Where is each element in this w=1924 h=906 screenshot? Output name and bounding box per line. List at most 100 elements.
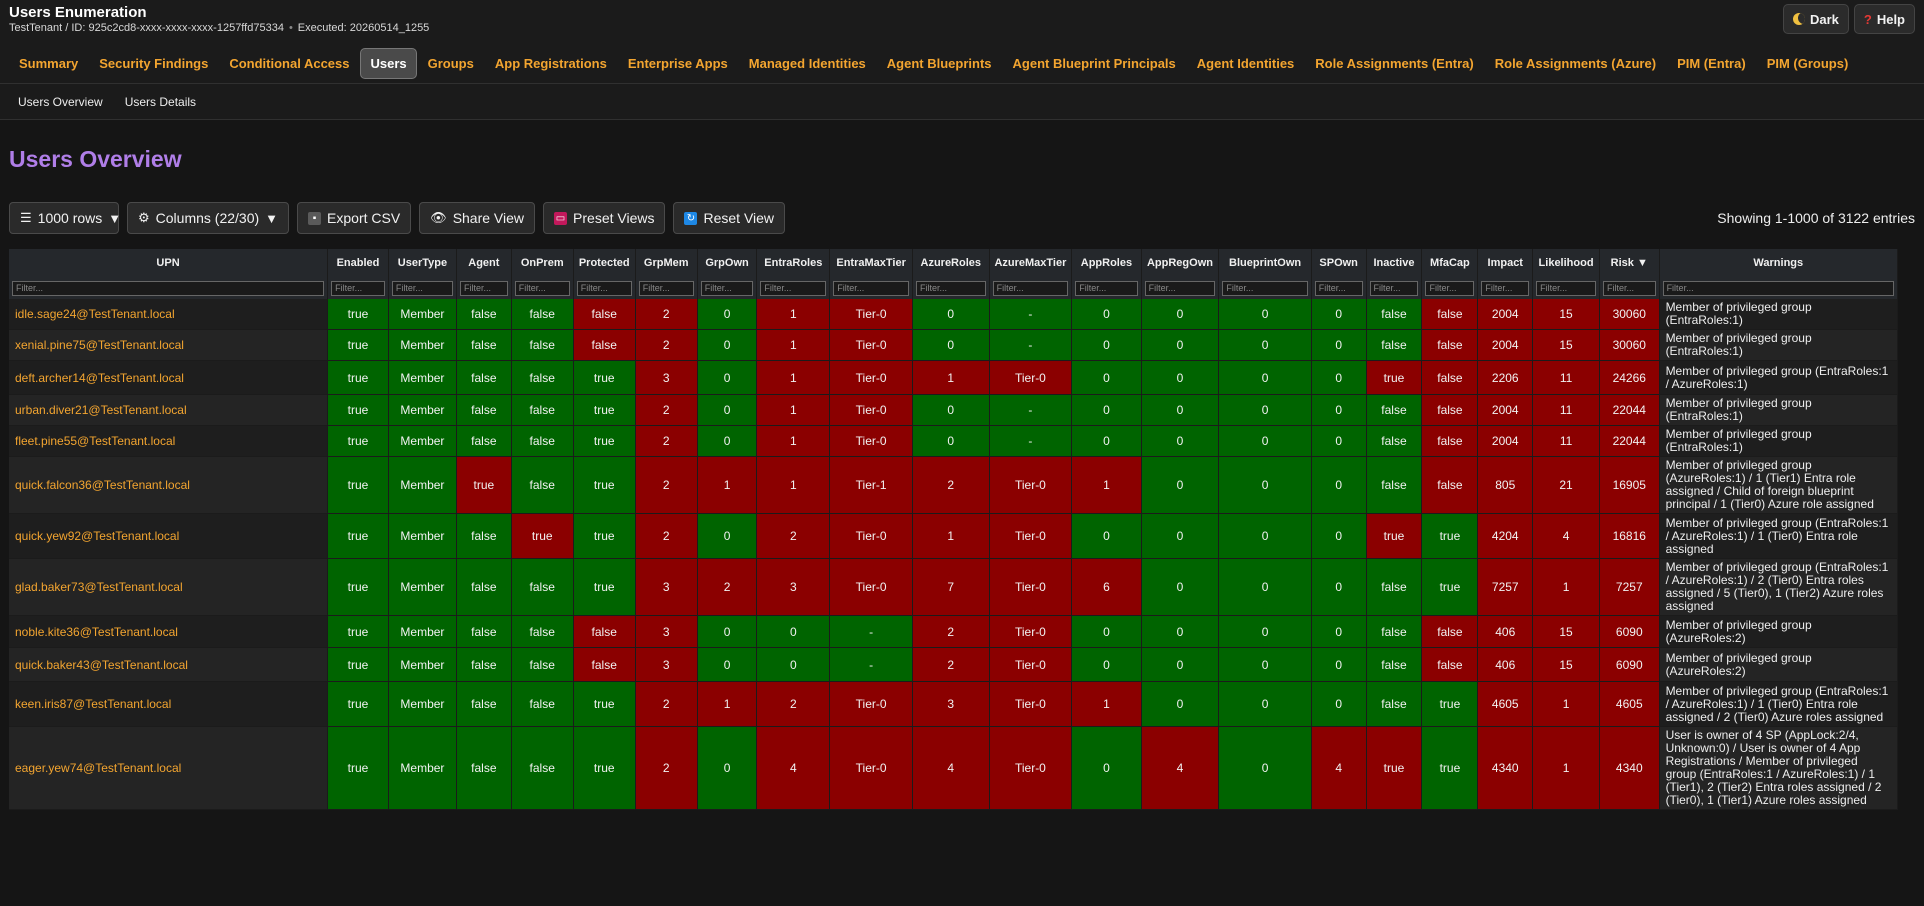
export-csv-button[interactable]: ▪ Export CSV <box>297 202 412 234</box>
tab-pim-groups[interactable]: PIM (Groups) <box>1757 48 1859 79</box>
filter-input-azuremaxtier[interactable] <box>992 280 1069 296</box>
upn-link[interactable]: idle.sage24@TestTenant.local <box>9 299 329 330</box>
columns-label: Columns (22/30) <box>155 210 260 226</box>
filter-cell <box>635 277 698 299</box>
dark-mode-button[interactable]: Dark <box>1782 4 1849 34</box>
filter-input-inactive[interactable] <box>1369 280 1419 296</box>
filter-input-agent[interactable] <box>459 280 508 296</box>
tab-agent-blueprint-principals[interactable]: Agent Blueprint Principals <box>1003 48 1186 79</box>
tab-conditional-access[interactable]: Conditional Access <box>219 48 359 79</box>
column-header-onprem[interactable]: OnPrem <box>511 249 574 277</box>
column-header-risk[interactable]: Risk ▼ <box>1599 249 1660 277</box>
filter-input-grpmem[interactable] <box>638 280 694 296</box>
reset-view-button[interactable]: ↻ Reset View <box>673 202 786 234</box>
column-header-upn[interactable]: UPN <box>9 249 329 277</box>
upn-link[interactable]: keen.iris87@TestTenant.local <box>9 681 329 727</box>
column-header-approles[interactable]: AppRoles <box>1071 249 1142 277</box>
columns-button[interactable]: ⚙ Columns (22/30) ▼ <box>127 202 290 234</box>
column-header-azuremaxtier[interactable]: AzureMaxTier <box>989 249 1073 277</box>
upn-link[interactable]: quick.baker43@TestTenant.local <box>9 647 329 682</box>
column-header-grpown[interactable]: GrpOwn <box>697 249 758 277</box>
column-header-entramaxtier[interactable]: EntraMaxTier <box>829 249 913 277</box>
filter-cell <box>1477 277 1534 299</box>
share-view-button[interactable]: 👁 Share View <box>419 202 536 234</box>
moon-icon <box>1792 13 1805 25</box>
filter-input-spown[interactable] <box>1314 280 1363 296</box>
column-header-grpmem[interactable]: GrpMem <box>635 249 698 277</box>
filter-input-onprem[interactable] <box>514 280 570 296</box>
dark-mode-label: Dark <box>1809 11 1839 27</box>
filter-input-grpown[interactable] <box>700 280 754 296</box>
filter-input-enabled[interactable] <box>331 280 385 296</box>
column-header-likelihood[interactable]: Likelihood <box>1532 249 1600 277</box>
table-cell: 1 <box>756 394 831 426</box>
table-cell: 11 <box>1532 394 1600 426</box>
table-cell: 2206 <box>1477 360 1534 395</box>
column-header-usertype[interactable]: UserType <box>388 249 457 277</box>
tab-groups[interactable]: Groups <box>418 48 484 79</box>
column-header-entraroles[interactable]: EntraRoles <box>756 249 831 277</box>
tab-managed-identities[interactable]: Managed Identities <box>739 48 876 79</box>
tab-users[interactable]: Users <box>360 48 417 79</box>
refresh-icon: ↻ <box>684 211 698 225</box>
tab-role-assignments-entra[interactable]: Role Assignments (Entra) <box>1305 48 1483 79</box>
column-header-protected[interactable]: Protected <box>573 249 636 277</box>
tab-summary[interactable]: Summary <box>9 48 88 79</box>
sub-nav: Users Overview Users Details <box>0 84 1924 120</box>
tab-pim-entra[interactable]: PIM (Entra) <box>1667 48 1756 79</box>
column-header-agent[interactable]: Agent <box>456 249 512 277</box>
column-header-azureroles[interactable]: AzureRoles <box>912 249 990 277</box>
filter-input-blueprintown[interactable] <box>1222 280 1308 296</box>
table-cell: 0 <box>1071 394 1142 426</box>
filter-input-impact[interactable] <box>1481 280 1530 296</box>
filter-input-entramaxtier[interactable] <box>833 280 909 296</box>
tab-agent-blueprints[interactable]: Agent Blueprints <box>877 48 1002 79</box>
filter-input-usertype[interactable] <box>391 280 453 296</box>
column-header-spown[interactable]: SPOwn <box>1311 249 1367 277</box>
table-cell: 2 <box>635 726 698 810</box>
column-header-impact[interactable]: Impact <box>1477 249 1534 277</box>
filter-input-protected[interactable] <box>576 280 632 296</box>
filter-input-entraroles[interactable] <box>760 280 827 296</box>
table-cell: true <box>327 329 389 361</box>
filter-cell <box>573 277 636 299</box>
column-header-warnings[interactable]: Warnings <box>1659 249 1899 277</box>
filter-input-warnings[interactable] <box>1662 280 1894 296</box>
filter-input-likelihood[interactable] <box>1536 280 1596 296</box>
tab-security-findings[interactable]: Security Findings <box>89 48 218 79</box>
upn-link[interactable]: eager.yew74@TestTenant.local <box>9 726 329 810</box>
subtab-users-overview[interactable]: Users Overview <box>9 91 112 113</box>
tab-app-registrations[interactable]: App Registrations <box>485 48 617 79</box>
tab-role-assignments-azure[interactable]: Role Assignments (Azure) <box>1485 48 1666 79</box>
upn-link[interactable]: deft.archer14@TestTenant.local <box>9 360 329 395</box>
tab-agent-identities[interactable]: Agent Identities <box>1187 48 1305 79</box>
table-cell: 0 <box>1071 726 1142 810</box>
table-cell: 0 <box>1218 558 1312 616</box>
rows-per-page-select[interactable]: ☰ 1000 rows ▼ <box>9 202 121 234</box>
filter-input-upn[interactable] <box>12 280 325 296</box>
preset-views-button[interactable]: ▭ Preset Views <box>543 202 666 234</box>
upn-link[interactable]: glad.baker73@TestTenant.local <box>9 558 329 616</box>
filter-input-appregown[interactable] <box>1144 280 1216 296</box>
upn-link[interactable]: xenial.pine75@TestTenant.local <box>9 329 329 361</box>
filter-input-azureroles[interactable] <box>915 280 986 296</box>
filter-input-risk[interactable] <box>1602 280 1656 296</box>
table-row: quick.baker43@TestTenant.local true Member… <box>9 647 1899 682</box>
upn-link[interactable]: fleet.pine55@TestTenant.local <box>9 425 329 457</box>
column-header-enabled[interactable]: Enabled <box>327 249 389 277</box>
column-header-blueprintown[interactable]: BlueprintOwn <box>1218 249 1312 277</box>
filter-input-approles[interactable] <box>1075 280 1138 296</box>
filter-input-mfacap[interactable] <box>1425 280 1475 296</box>
table-cell: 0 <box>1141 425 1220 457</box>
column-header-inactive[interactable]: Inactive <box>1366 249 1423 277</box>
upn-link[interactable]: quick.falcon36@TestTenant.local <box>9 456 329 514</box>
tab-enterprise-apps[interactable]: Enterprise Apps <box>618 48 738 79</box>
upn-link[interactable]: urban.diver21@TestTenant.local <box>9 394 329 426</box>
table-cell: false <box>1421 360 1479 395</box>
help-button[interactable]: ? Help <box>1853 4 1915 34</box>
upn-link[interactable]: quick.yew92@TestTenant.local <box>9 513 329 559</box>
subtab-users-details[interactable]: Users Details <box>116 91 205 113</box>
column-header-appregown[interactable]: AppRegOwn <box>1141 249 1220 277</box>
column-header-mfacap[interactable]: MfaCap <box>1421 249 1479 277</box>
upn-link[interactable]: noble.kite36@TestTenant.local <box>9 615 329 648</box>
